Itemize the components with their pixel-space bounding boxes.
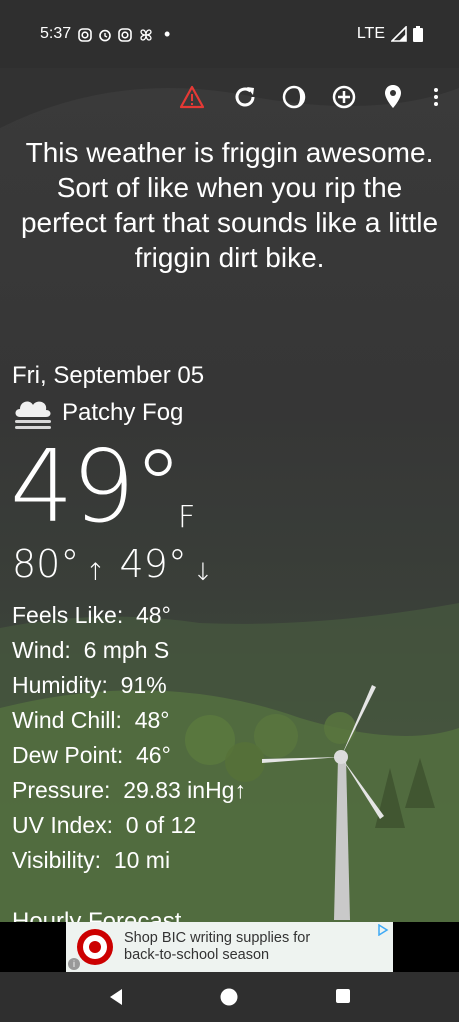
condition-row: Patchy Fog bbox=[12, 395, 183, 431]
ad-banner[interactable]: Shop BIC writing supplies for back-to-sc… bbox=[66, 922, 393, 972]
status-bar: 5:37 • LTE bbox=[0, 0, 459, 68]
back-button[interactable] bbox=[108, 988, 124, 1006]
weather-quote: This weather is friggin awesome. Sort of… bbox=[20, 137, 439, 273]
instagram-icon bbox=[78, 27, 92, 42]
refresh-icon[interactable] bbox=[230, 82, 260, 112]
status-time: 5:37 bbox=[40, 25, 72, 42]
system-nav-bar bbox=[0, 972, 459, 1022]
detail-wind-chill: Wind Chill: 48° bbox=[12, 707, 170, 733]
location-pin-icon[interactable] bbox=[378, 82, 408, 112]
condition-text: Patchy Fog bbox=[62, 399, 184, 426]
alert-icon[interactable] bbox=[177, 82, 207, 112]
signal-icon bbox=[391, 26, 407, 42]
detail-dew-point: Dew Point: 46° bbox=[12, 742, 171, 768]
status-right: LTE bbox=[357, 25, 423, 43]
detail-visibility: Visibility: 10 mi bbox=[12, 847, 171, 873]
dot-icon: • bbox=[164, 24, 171, 44]
pinwheel-icon bbox=[140, 28, 152, 41]
hourly-forecast-heading: Hourly Forecast bbox=[12, 908, 182, 922]
battery-icon bbox=[413, 26, 423, 42]
detail-humidity: Humidity: 91% bbox=[12, 672, 167, 698]
current-temperature: 49° bbox=[10, 428, 183, 545]
detail-pressure: Pressure: 29.83 inHg↑ bbox=[12, 777, 246, 803]
alarm-icon bbox=[99, 29, 111, 41]
ad-choices-icon[interactable]: i bbox=[68, 958, 80, 970]
toolbar bbox=[0, 82, 459, 114]
theme-icon[interactable] bbox=[279, 82, 309, 112]
up-arrow-icon: ↑ bbox=[85, 558, 106, 586]
ad-text: Shop BIC writing supplies for back-to-sc… bbox=[124, 930, 311, 963]
ad-info-icon[interactable] bbox=[377, 924, 389, 936]
home-button[interactable] bbox=[220, 988, 238, 1006]
detail-feels-like: Feels Like: 48° bbox=[12, 602, 171, 628]
down-arrow-icon: ↓ bbox=[192, 558, 213, 586]
fog-cloud-icon bbox=[15, 401, 51, 429]
temperature-unit: F bbox=[178, 500, 196, 535]
add-location-icon[interactable] bbox=[329, 82, 359, 112]
network-label: LTE bbox=[356, 25, 385, 42]
low-temperature: 49° bbox=[119, 542, 187, 586]
current-date: Fri, September 05 bbox=[12, 362, 205, 389]
high-temperature: 80° bbox=[12, 542, 80, 586]
target-logo-icon bbox=[77, 929, 113, 965]
detail-uv-index: UV Index: 0 of 12 bbox=[12, 812, 197, 838]
recents-button[interactable] bbox=[335, 988, 351, 1004]
instagram-icon bbox=[118, 27, 132, 42]
high-low-row: 80° ↑ 49° ↓ bbox=[12, 542, 221, 586]
notification-icons: • bbox=[78, 24, 170, 45]
detail-wind: Wind: 6 mph S bbox=[12, 637, 170, 663]
weather-details: Feels Like: 48° Wind: 6 mph S Humidity: … bbox=[12, 598, 246, 878]
more-icon[interactable] bbox=[421, 82, 451, 112]
